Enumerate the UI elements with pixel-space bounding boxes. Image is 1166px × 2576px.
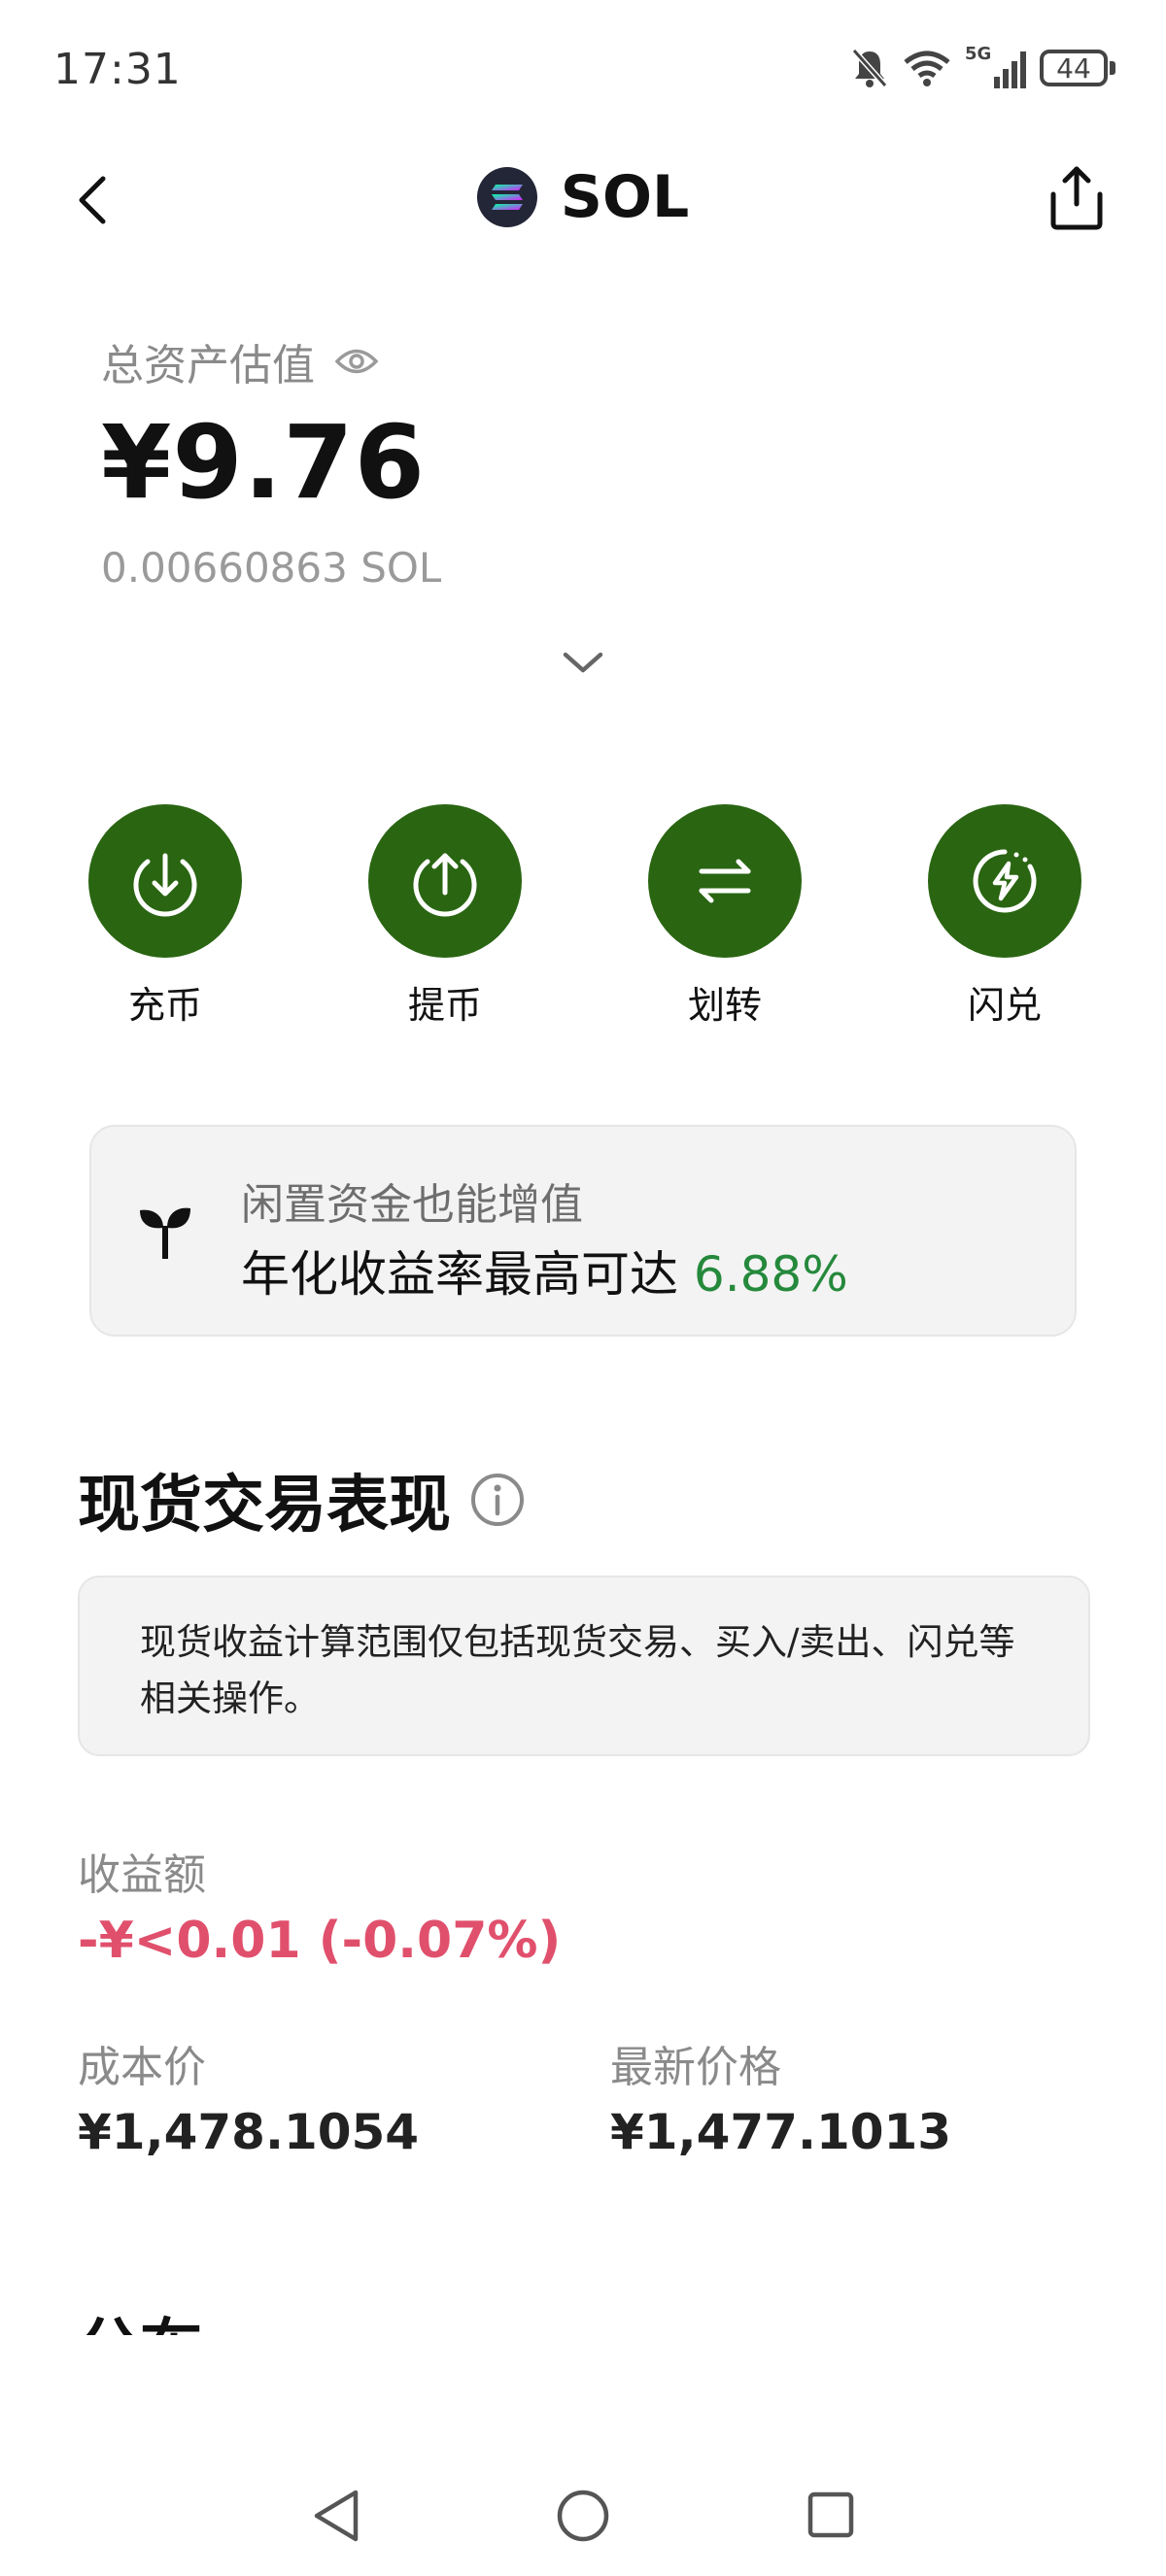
eye-icon[interactable] bbox=[334, 347, 379, 376]
transfer-icon bbox=[699, 859, 751, 903]
pnl-value: -¥<0.01 (-0.07%) bbox=[78, 1912, 562, 1970]
promo-rate: 6.88% bbox=[693, 1246, 848, 1303]
deposit-button[interactable]: 充币 bbox=[87, 804, 243, 1029]
total-assets-value: ¥9.76 bbox=[101, 403, 426, 522]
status-icons: 5G 44 bbox=[850, 44, 1115, 89]
network-type: 5G bbox=[965, 44, 992, 64]
sprout-icon bbox=[140, 1207, 190, 1259]
promo-main-label: 年化收益率最高可达 bbox=[241, 1246, 694, 1303]
distribution-title-clipped: 分布 bbox=[78, 2312, 330, 2335]
cost-price-label: 成本价 bbox=[78, 2043, 206, 2092]
nav-home-icon[interactable] bbox=[557, 2490, 609, 2542]
deposit-icon bbox=[133, 853, 197, 917]
promo-main-text: 年化收益率最高可达 6.88% bbox=[241, 1236, 848, 1305]
promo-subtitle: 闲置资金也能增值 bbox=[241, 1180, 583, 1230]
transfer-label: 划转 bbox=[687, 984, 762, 1027]
wifi-icon bbox=[904, 51, 950, 86]
withdraw-icon bbox=[413, 853, 477, 917]
battery-icon: 44 bbox=[1040, 50, 1115, 86]
latest-price-value: ¥1,477.1013 bbox=[610, 2104, 952, 2160]
system-nav-bar bbox=[314, 2490, 854, 2542]
withdraw-label: 提币 bbox=[407, 984, 482, 1027]
share-icon[interactable] bbox=[1046, 163, 1108, 231]
pnl-label: 收益额 bbox=[78, 1850, 206, 1900]
battery-level: 44 bbox=[1056, 51, 1091, 85]
withdraw-button[interactable]: 提币 bbox=[367, 804, 523, 1029]
distribution-title: 分布 bbox=[78, 2318, 330, 2335]
flash-swap-icon bbox=[973, 849, 1037, 913]
spot-performance-title-text: 现货交易表现 bbox=[78, 1470, 451, 1542]
transfer-button[interactable]: 划转 bbox=[647, 804, 803, 1029]
total-assets-label-text: 总资产估值 bbox=[101, 341, 315, 390]
info-icon[interactable] bbox=[468, 1471, 527, 1529]
nav-recents-icon[interactable] bbox=[807, 2491, 854, 2538]
solana-logo-icon bbox=[476, 167, 537, 227]
total-assets-label: 总资产估值 bbox=[101, 330, 379, 392]
mute-bell-icon bbox=[851, 49, 888, 87]
page-title: SOL bbox=[560, 163, 690, 231]
deposit-label: 充币 bbox=[127, 984, 202, 1027]
chevron-down-icon[interactable] bbox=[558, 645, 608, 678]
status-time: 17:31 bbox=[53, 45, 182, 94]
cost-price-value: ¥1,478.1054 bbox=[78, 2104, 420, 2160]
total-assets-amount: 0.00660863 SOL bbox=[101, 544, 442, 592]
spot-performance-title: 现货交易表现 bbox=[78, 1455, 527, 1544]
flash-swap-button[interactable]: 闪兑 bbox=[927, 804, 1082, 1029]
signal-icon: 5G bbox=[965, 44, 1026, 88]
latest-price-label: 最新价格 bbox=[610, 2043, 781, 2092]
page-header: SOL bbox=[0, 163, 1166, 231]
earn-promo-card[interactable]: 闲置资金也能增值 年化收益率最高可达 6.88% bbox=[89, 1125, 1077, 1337]
spot-info-note: 现货收益计算范围仅包括现货交易、买入/卖出、闪兑等相关操作。 bbox=[78, 1576, 1090, 1756]
flash-swap-label: 闪兑 bbox=[967, 984, 1042, 1027]
nav-back-icon[interactable] bbox=[314, 2490, 359, 2542]
